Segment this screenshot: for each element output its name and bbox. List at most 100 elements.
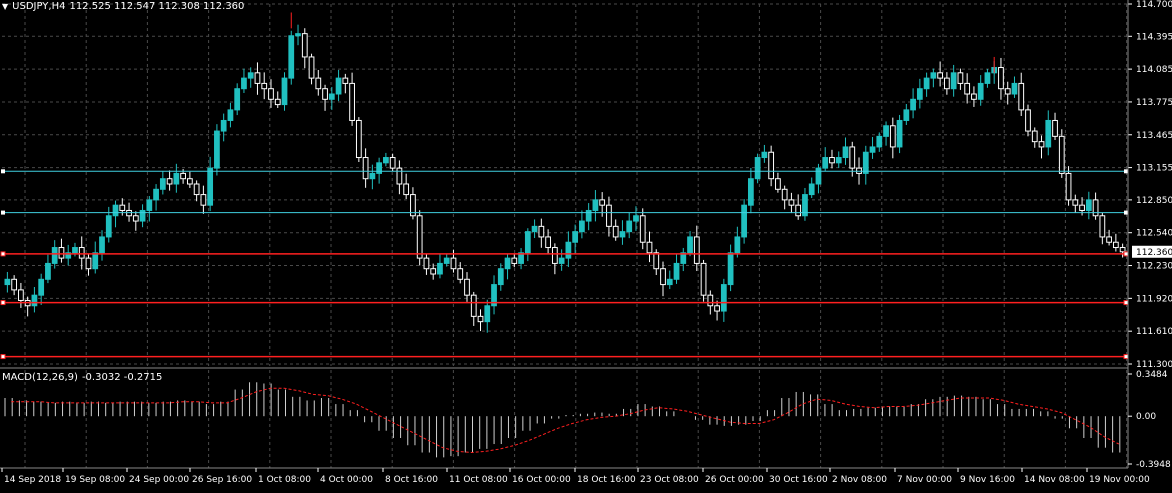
candle-body xyxy=(153,188,159,201)
candle-body xyxy=(11,278,18,291)
price-axis-label: 111.610 xyxy=(1136,327,1172,337)
candle-body xyxy=(477,315,484,323)
chart-window[interactable]: 114.700 114.395 114.085 113.775 113.465 113.1… xyxy=(0,0,1172,489)
candle-body xyxy=(173,172,180,185)
price-axis-label: 114.395 xyxy=(1136,32,1172,42)
ohlc-readout: 112.525 112.547 112.308 112.360 xyxy=(69,1,245,12)
candle-body xyxy=(99,236,105,254)
candle-body xyxy=(612,225,619,238)
candle-body xyxy=(572,231,579,243)
line-handle[interactable] xyxy=(1,210,5,215)
price-axis-label: 113.775 xyxy=(1136,98,1172,108)
candle-body xyxy=(727,252,734,286)
candle-body xyxy=(889,125,896,148)
macd-axis-label: 0.00 xyxy=(1136,412,1156,422)
candle-body xyxy=(376,162,383,174)
line-handle[interactable] xyxy=(1123,251,1129,257)
price-axis-label: 112.230 xyxy=(1136,262,1172,272)
line-handle[interactable] xyxy=(1124,210,1128,215)
candle-body xyxy=(1011,82,1018,95)
candle-body xyxy=(295,33,301,37)
line-handle[interactable] xyxy=(0,251,6,257)
candle-body xyxy=(247,72,254,79)
candle-body xyxy=(714,305,720,312)
line-handle[interactable] xyxy=(0,354,6,360)
line-handle[interactable] xyxy=(0,300,6,306)
candle-body xyxy=(274,98,281,106)
candle-body xyxy=(214,130,220,169)
time-axis-label: 19 Nov 00:00 xyxy=(1089,475,1150,485)
line-handle[interactable] xyxy=(1123,354,1129,360)
candle-body xyxy=(876,135,883,148)
time-axis-label: 11 Oct 08:00 xyxy=(449,475,508,485)
candle-body xyxy=(369,172,376,180)
candle-body xyxy=(423,257,430,270)
candle-body xyxy=(1119,247,1126,253)
candle-body xyxy=(450,257,457,270)
macd-values: -0.3032 -0.2715 xyxy=(81,372,163,383)
candle-body xyxy=(31,294,38,307)
candle-body xyxy=(741,204,747,238)
line-handle[interactable] xyxy=(1124,169,1128,174)
candle-body xyxy=(497,268,504,286)
line-handle[interactable] xyxy=(1,169,5,174)
candle-body xyxy=(633,215,639,222)
chart-canvas[interactable]: 114.700 114.395 114.085 113.775 113.465 113.1… xyxy=(0,0,1172,489)
price-axis-label: 112.850 xyxy=(1136,196,1172,206)
candle-body xyxy=(207,167,214,206)
candle-body xyxy=(403,183,410,196)
candle-body xyxy=(1099,215,1106,238)
candle-body xyxy=(903,109,910,121)
price-axis-label: 113.155 xyxy=(1136,164,1172,174)
candle-body xyxy=(200,194,207,206)
candle-body xyxy=(1106,236,1112,243)
candle-body xyxy=(1112,241,1119,249)
candle-body xyxy=(971,93,977,100)
candle-body xyxy=(4,278,11,286)
current-price-label: 112.360 xyxy=(1136,248,1172,258)
candle-body xyxy=(328,93,335,100)
candle-body xyxy=(916,88,923,100)
time-axis-label: 30 Oct 16:00 xyxy=(769,475,828,485)
candle-body xyxy=(159,178,166,190)
price-axis-label: 114.085 xyxy=(1136,65,1172,75)
candle-body xyxy=(700,262,707,296)
time-axis-label: 23 Oct 08:00 xyxy=(640,475,699,485)
candle-body xyxy=(923,77,930,90)
candle-body xyxy=(592,199,599,211)
candle-body xyxy=(626,220,633,233)
time-axis-label: 19 Sep 08:00 xyxy=(65,475,125,485)
time-axis-label: 14 Nov 08:00 xyxy=(1024,475,1085,485)
time-axis-label: 4 Oct 00:00 xyxy=(320,475,373,485)
time-axis-label: 24 Sep 00:00 xyxy=(129,475,189,485)
candle-body xyxy=(849,146,856,169)
candle-body xyxy=(1031,130,1038,143)
candle-body xyxy=(531,225,538,233)
candle-body xyxy=(1045,119,1052,148)
candle-body xyxy=(105,215,112,238)
candle-body xyxy=(72,247,78,254)
candle-body xyxy=(254,72,261,84)
candle-body xyxy=(1085,199,1092,211)
candle-body xyxy=(58,247,65,259)
candle-body xyxy=(355,119,362,159)
candle-body xyxy=(1018,82,1025,111)
candle-body xyxy=(815,167,822,185)
candle-body xyxy=(551,247,558,264)
candle-body xyxy=(85,257,92,270)
candle-body xyxy=(835,157,842,164)
candle-body xyxy=(950,72,957,90)
candle-body xyxy=(38,278,45,296)
candle-body xyxy=(396,167,403,185)
candle-body xyxy=(146,199,153,211)
candle-body xyxy=(666,278,673,286)
time-axis-label: 14 Sep 2018 xyxy=(4,475,61,485)
candle-body xyxy=(768,151,775,180)
candle-body xyxy=(687,236,693,254)
candle-body xyxy=(1058,135,1065,174)
time-axis-label: 9 Nov 16:00 xyxy=(960,475,1015,485)
line-handle[interactable] xyxy=(1123,300,1129,306)
candle-body xyxy=(362,157,369,180)
chart-menu-icon[interactable]: ▼ xyxy=(2,2,8,11)
candle-body xyxy=(349,82,355,121)
